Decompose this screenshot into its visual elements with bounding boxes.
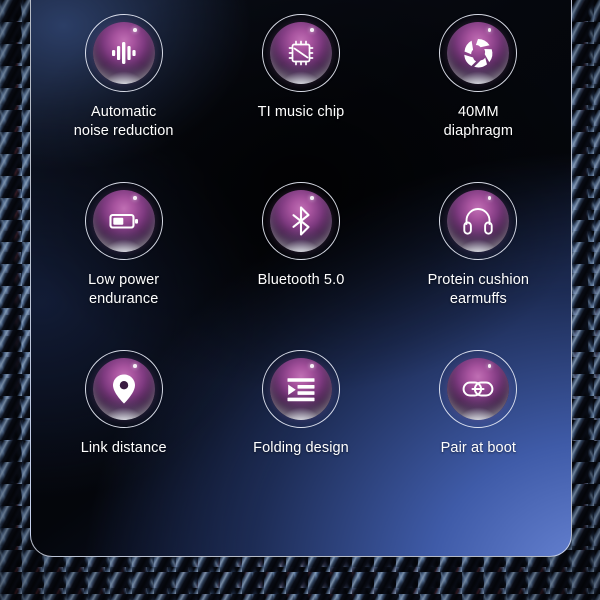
feature-item-pair-at-boot[interactable]: Pair at boot: [390, 344, 567, 512]
feature-item-noise-reduction[interactable]: Automatic noise reduction: [35, 8, 212, 176]
badge-disc: [92, 358, 155, 420]
badge-disc: [269, 190, 332, 252]
feature-item-bluetooth[interactable]: Bluetooth 5.0: [212, 176, 389, 344]
chain-link-icon: [461, 372, 495, 406]
map-pin-icon: [107, 372, 141, 406]
feature-label: Automatic noise reduction: [73, 104, 174, 140]
feature-item-earmuffs[interactable]: Protein cushion earmuffs: [390, 176, 567, 344]
chip-icon: [284, 36, 318, 70]
feature-panel: Automatic noise reduction TI music chip …: [30, 0, 572, 557]
sound-wave-icon: [107, 36, 141, 70]
headphones-icon: [461, 204, 495, 238]
feature-label: Low power endurance: [88, 272, 160, 308]
badge-disc: [269, 22, 332, 84]
badge-disc: [92, 190, 155, 252]
feature-badge: [84, 14, 163, 92]
fold-indent-icon: [284, 372, 318, 406]
feature-label: Bluetooth 5.0: [257, 272, 345, 288]
badge-disc: [92, 22, 155, 84]
feature-item-folding-design[interactable]: Folding design: [212, 344, 389, 512]
feature-badge: [84, 350, 163, 428]
badge-disc: [447, 22, 510, 84]
feature-badge: [439, 14, 518, 92]
feature-badge: [261, 182, 340, 260]
feature-label: Pair at boot: [440, 440, 516, 456]
feature-badge: [261, 350, 340, 428]
feature-badge: [439, 350, 518, 428]
feature-label: Folding design: [253, 440, 349, 456]
feature-label: TI music chip: [257, 104, 345, 120]
feature-item-music-chip[interactable]: TI music chip: [212, 8, 389, 176]
feature-item-link-distance[interactable]: Link distance: [35, 344, 212, 512]
feature-label: 40MM diaphragm: [443, 104, 514, 140]
feature-item-diaphragm[interactable]: 40MM diaphragm: [390, 8, 567, 176]
feature-grid: Automatic noise reduction TI music chip …: [31, 0, 571, 556]
badge-disc: [269, 358, 332, 420]
bluetooth-icon: [284, 204, 318, 238]
feature-badge: [261, 14, 340, 92]
feature-label: Link distance: [80, 440, 167, 456]
product-feature-graphic: Automatic noise reduction TI music chip …: [0, 0, 600, 600]
feature-badge: [439, 182, 518, 260]
badge-disc: [447, 190, 510, 252]
feature-badge: [84, 182, 163, 260]
battery-icon: [107, 204, 141, 238]
badge-disc: [447, 358, 510, 420]
feature-label: Protein cushion earmuffs: [427, 272, 530, 308]
aperture-icon: [461, 36, 495, 70]
feature-item-low-power[interactable]: Low power endurance: [35, 176, 212, 344]
